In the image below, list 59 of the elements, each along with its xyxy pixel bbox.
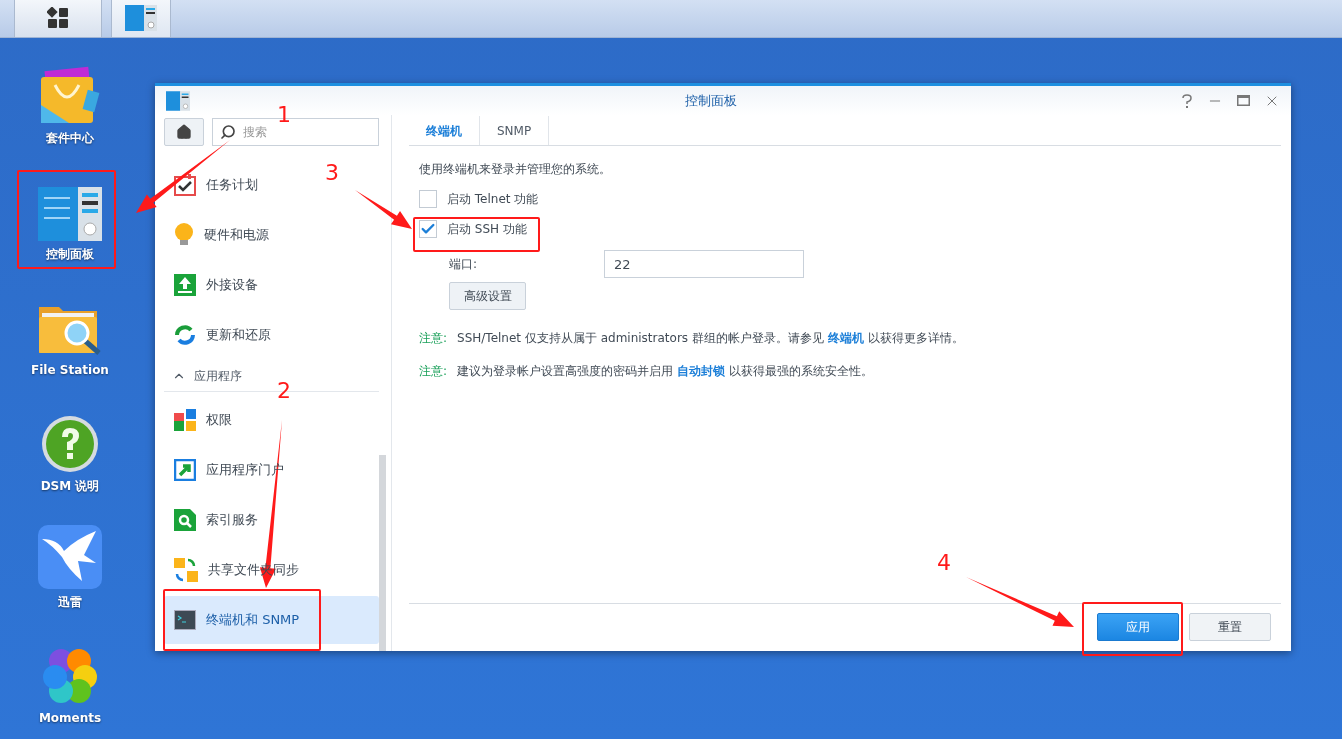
calendar-check-icon	[174, 174, 196, 196]
note-label: 注意:	[419, 363, 448, 380]
search-document-icon	[174, 509, 196, 531]
sidebar-item[interactable]: 外接设备	[164, 265, 266, 305]
advanced-settings-button[interactable]: 高级设置	[449, 282, 526, 310]
arrow	[355, 190, 412, 229]
sidebar-item[interactable]: 终端机和 SNMP	[164, 596, 379, 644]
desktop-icon-label[interactable]: 迅雷	[58, 593, 82, 611]
control-panel-icon	[166, 90, 190, 111]
lock-grid-icon	[174, 409, 196, 431]
search-icon	[220, 124, 236, 140]
desktop-icon-label[interactable]: DSM 说明	[40, 477, 100, 495]
note-link[interactable]: 自动封锁	[676, 364, 725, 378]
upload-icon	[174, 274, 196, 296]
home-button[interactable]	[164, 118, 204, 146]
control-panel-icon	[125, 5, 157, 31]
terminal-icon	[174, 610, 196, 630]
reset-button[interactable]: 重置	[1189, 612, 1271, 641]
note-text: 建议为登录帐户设置高强度的密码并启用 自动封锁 以获得最强的系统安全性。	[457, 363, 873, 380]
sidebar-item[interactable]: 权限	[164, 400, 240, 440]
port-label: 端口:	[449, 256, 479, 273]
control-panel-icon	[38, 187, 102, 241]
light-bulb-icon	[174, 223, 194, 247]
shopping-bag-icon	[39, 65, 101, 125]
note-link[interactable]: 终端机	[827, 331, 864, 345]
maximize-icon[interactable]	[1237, 95, 1250, 106]
sidebar-item[interactable]: 硬件和电源	[164, 215, 277, 255]
checkbox-label: 启动 SSH 功能	[447, 221, 527, 238]
sidebar-item[interactable]: 共享文件夹同步	[164, 550, 307, 590]
flower-icon	[41, 647, 99, 705]
checkbox[interactable]	[419, 190, 437, 208]
desktop-icon-label[interactable]: File Station	[31, 361, 109, 379]
checkbox[interactable]	[419, 220, 437, 238]
description-text: 使用终端机来登录并管理您的系统。	[419, 161, 612, 178]
home-icon	[176, 124, 192, 140]
sidebar-item[interactable]: 更新和还原	[164, 315, 279, 355]
arrow-link-icon	[174, 459, 196, 481]
grid-icon	[47, 7, 69, 29]
window-title: 控制面板	[683, 91, 738, 110]
desktop-icon-label[interactable]: 套件中心	[46, 129, 94, 147]
help-icon[interactable]	[1181, 93, 1193, 108]
refresh-icon	[174, 324, 196, 346]
note-label: 注意:	[419, 330, 448, 347]
port-field[interactable]: 22	[604, 250, 804, 278]
main-menu-button[interactable]	[14, 0, 102, 37]
desktop-icon-label[interactable]: 控制面板	[46, 245, 94, 263]
folder-sync-icon	[174, 558, 198, 582]
tab[interactable]: 终端机	[409, 116, 480, 145]
step-number: 4	[937, 552, 951, 574]
sidebar-item[interactable]: 索引服务	[164, 500, 266, 540]
desktop-icon-label[interactable]: Moments	[38, 709, 102, 727]
step-number: 3	[325, 162, 339, 184]
checkbox-label: 启动 Telnet 功能	[447, 191, 539, 208]
scrollbar[interactable]	[379, 455, 386, 651]
help-icon	[41, 415, 99, 473]
tab[interactable]: SNMP	[480, 116, 550, 145]
control-panel-taskbar-button[interactable]	[111, 0, 171, 37]
bird-icon	[38, 525, 102, 589]
note-text: SSH/Telnet 仅支持从属于 administrators 群组的帐户登录。请参见 终端机 以获得更多详情。	[457, 330, 964, 347]
